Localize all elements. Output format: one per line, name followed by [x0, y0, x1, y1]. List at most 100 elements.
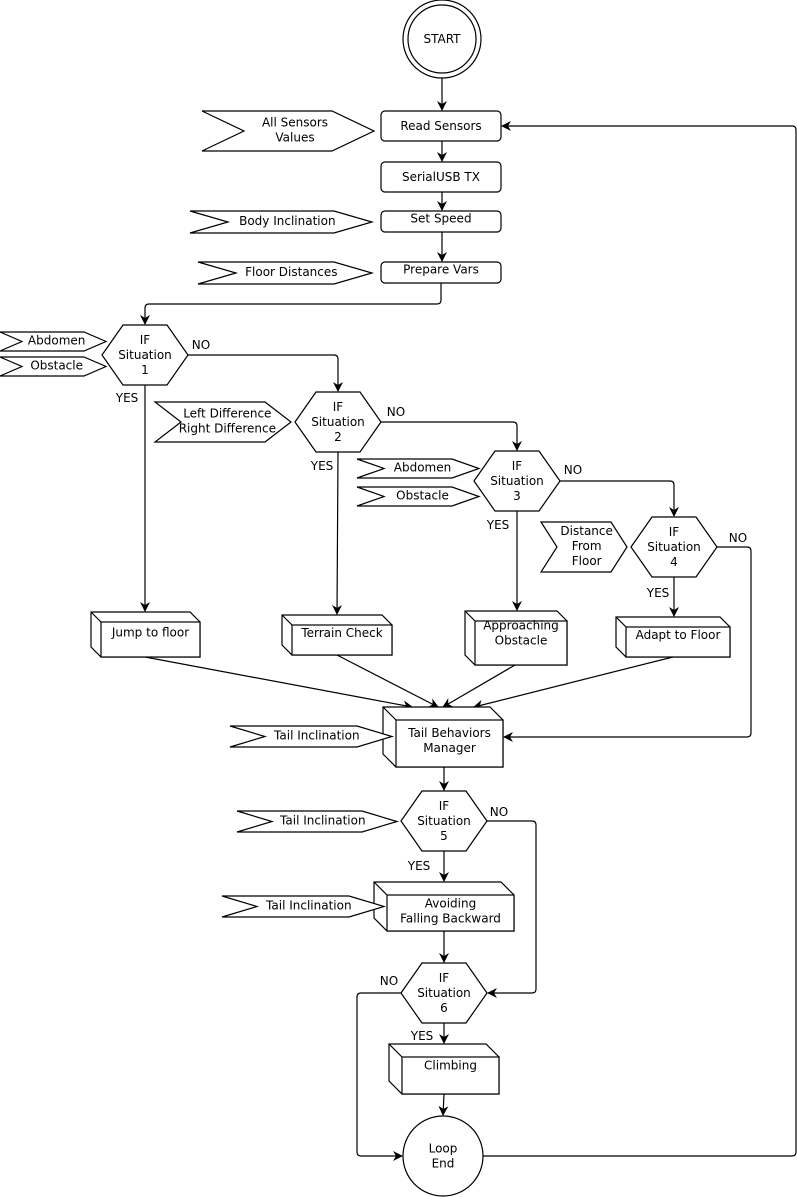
signal-obstacle3[interactable]: Obstacle: [356, 486, 481, 507]
signal-body-incl-label: Body Inclination: [239, 214, 335, 228]
node-avoid[interactable]: AvoidingFalling Backward: [373, 881, 515, 932]
signal-dist-floor[interactable]: DistanceFromFloor: [539, 521, 628, 573]
node-adapt-label: Adapt to Floor: [636, 628, 721, 642]
node-jump[interactable]: Jump to floor: [90, 611, 201, 658]
node-if1-label: 1: [141, 363, 149, 377]
node-adapt-text: Adapt to Floor: [636, 628, 721, 642]
signal-diff[interactable]: Left DifferenceRight Difference: [153, 401, 292, 443]
signal-tail-incl-mgr-text: Tail Inclination: [273, 729, 360, 743]
node-set-speed[interactable]: Set Speed: [380, 210, 502, 233]
node-terrain-label: Terrain Check: [300, 626, 382, 640]
node-if1[interactable]: IFSituation1: [101, 324, 189, 386]
signal-obstacle3-label: Obstacle: [396, 489, 449, 503]
signal-all-sensors-label: All Sensors: [262, 116, 328, 130]
node-set-speed-text: Set Speed: [410, 212, 471, 226]
edge-label-if5-no: NO: [490, 805, 508, 819]
signal-floor-dist[interactable]: Floor Distances: [197, 261, 375, 285]
edge-label-if1-no: NO: [192, 338, 210, 352]
node-read-sensors[interactable]: Read Sensors: [380, 110, 502, 142]
signal-abdomen1[interactable]: Abdomen: [0, 331, 108, 352]
signal-obstacle1[interactable]: Obstacle: [0, 356, 108, 377]
node-terrain[interactable]: Terrain Check: [281, 614, 393, 656]
node-if3-label: Situation: [490, 474, 544, 488]
signal-diff-label: Left Difference: [183, 407, 271, 421]
node-set-speed-label: Set Speed: [410, 212, 471, 226]
signal-tail-incl-mgr[interactable]: Tail Inclination: [229, 725, 395, 748]
signal-abdomen3-text: Abdomen: [394, 461, 451, 475]
node-loop-end-text: LoopEnd: [429, 1142, 458, 1171]
node-if3[interactable]: IFSituation3: [473, 450, 561, 512]
signal-body-incl-text: Body Inclination: [239, 214, 335, 228]
edge-label-if4-yes: YES: [646, 586, 670, 600]
signal-floor-dist-label: Floor Distances: [245, 265, 337, 279]
node-terrain-text: Terrain Check: [300, 626, 382, 640]
node-start[interactable]: START: [402, 0, 482, 79]
node-if4[interactable]: IFSituation4: [630, 516, 718, 578]
nodes: START Read Sensors SerialUSB TX Set Speed Pr…: [0, 0, 731, 1197]
node-prepare-vars-label: Prepare Vars: [403, 263, 479, 277]
edge-if1-no: [188, 354, 343, 392]
edge-label-if6-no: NO: [380, 974, 398, 988]
signal-obstacle1-text: Obstacle: [30, 359, 83, 373]
node-if5[interactable]: IFSituation5: [400, 790, 488, 852]
edge-climb-loopend: [438, 1093, 449, 1116]
flowchart-canvas: START Read Sensors SerialUSB TX Set Speed Pr…: [0, 0, 797, 1197]
node-if4-label: IF: [669, 525, 680, 539]
edge-terrain-mgr: [336, 654, 439, 708]
node-if6-label: IF: [439, 971, 450, 985]
node-approach[interactable]: ApproachingObstacle: [464, 610, 568, 666]
node-climb[interactable]: Climbing: [388, 1043, 500, 1095]
signal-tail-incl-avoid-label: Tail Inclination: [265, 899, 352, 913]
signal-all-sensors-label: Values: [275, 131, 314, 145]
node-climb-text: Climbing: [424, 1059, 477, 1073]
signal-all-sensors[interactable]: All SensorsValues: [201, 110, 376, 152]
edge-prepare-if1: [140, 283, 442, 325]
node-if2-label: IF: [333, 400, 344, 414]
node-serial-tx[interactable]: SerialUSB TX: [380, 161, 502, 193]
node-serial-tx-label: SerialUSB TX: [402, 170, 480, 184]
node-serial-tx-text: SerialUSB TX: [402, 170, 480, 184]
node-jump-text: Jump to floor: [111, 626, 189, 640]
edge-label-if5-yes: YES: [407, 859, 431, 873]
node-adapt[interactable]: Adapt to Floor: [615, 616, 731, 658]
node-prepare-vars[interactable]: Prepare Vars: [380, 261, 502, 284]
node-if6-label: Situation: [417, 986, 471, 1000]
node-read-sensors-text: Read Sensors: [400, 119, 481, 133]
node-if4-label: 4: [670, 555, 678, 569]
node-if3-label: IF: [512, 459, 523, 473]
node-if1-label: Situation: [118, 348, 172, 362]
node-tail-mgr[interactable]: Tail BehaviorsManager: [382, 706, 504, 768]
signal-tail-incl-avoid[interactable]: Tail Inclination: [221, 895, 387, 918]
signal-tail-incl-if5-text: Tail Inclination: [279, 814, 366, 828]
signal-floor-dist-text: Floor Distances: [245, 265, 337, 279]
signal-body-incl[interactable]: Body Inclination: [189, 210, 375, 234]
signal-obstacle3-text: Obstacle: [396, 489, 449, 503]
signal-diff-label: Right Difference: [179, 422, 276, 436]
edge-label-if3-no: NO: [564, 463, 582, 477]
node-if2-label: Situation: [311, 415, 365, 429]
node-if2-label: 2: [334, 430, 342, 444]
node-if2[interactable]: IFSituation2: [294, 391, 382, 453]
edge-if2-yes: [332, 451, 343, 615]
signal-dist-floor-label: Distance: [560, 524, 612, 538]
node-approach-label: Obstacle: [495, 634, 548, 648]
node-loop-end-label: End: [432, 1157, 455, 1171]
edge-labels: NO YES NO YES NO YES NO YES NO YES NO YES: [115, 338, 747, 1043]
node-if3-label: 3: [513, 489, 521, 503]
signal-obstacle1-label: Obstacle: [30, 359, 83, 373]
edge-if2-no: [381, 421, 522, 451]
edge-label-if3-yes: YES: [486, 518, 510, 532]
node-if6[interactable]: IFSituation6: [400, 962, 488, 1024]
edge-label-if6-yes: YES: [410, 1029, 434, 1043]
signal-tail-incl-if5[interactable]: Tail Inclination: [236, 810, 400, 833]
node-tail-mgr-label: Manager: [423, 741, 476, 755]
edge-label-if2-no: NO: [387, 405, 405, 419]
signal-dist-floor-label: Floor: [572, 554, 602, 568]
node-if4-label: Situation: [647, 540, 701, 554]
signal-abdomen3[interactable]: Abdomen: [356, 458, 481, 479]
node-start-text: START: [423, 32, 461, 46]
node-if5-label: 5: [440, 829, 448, 843]
node-loop-end[interactable]: LoopEnd: [402, 1115, 484, 1197]
node-prepare-vars-text: Prepare Vars: [403, 263, 479, 277]
node-read-sensors-label: Read Sensors: [400, 119, 481, 133]
